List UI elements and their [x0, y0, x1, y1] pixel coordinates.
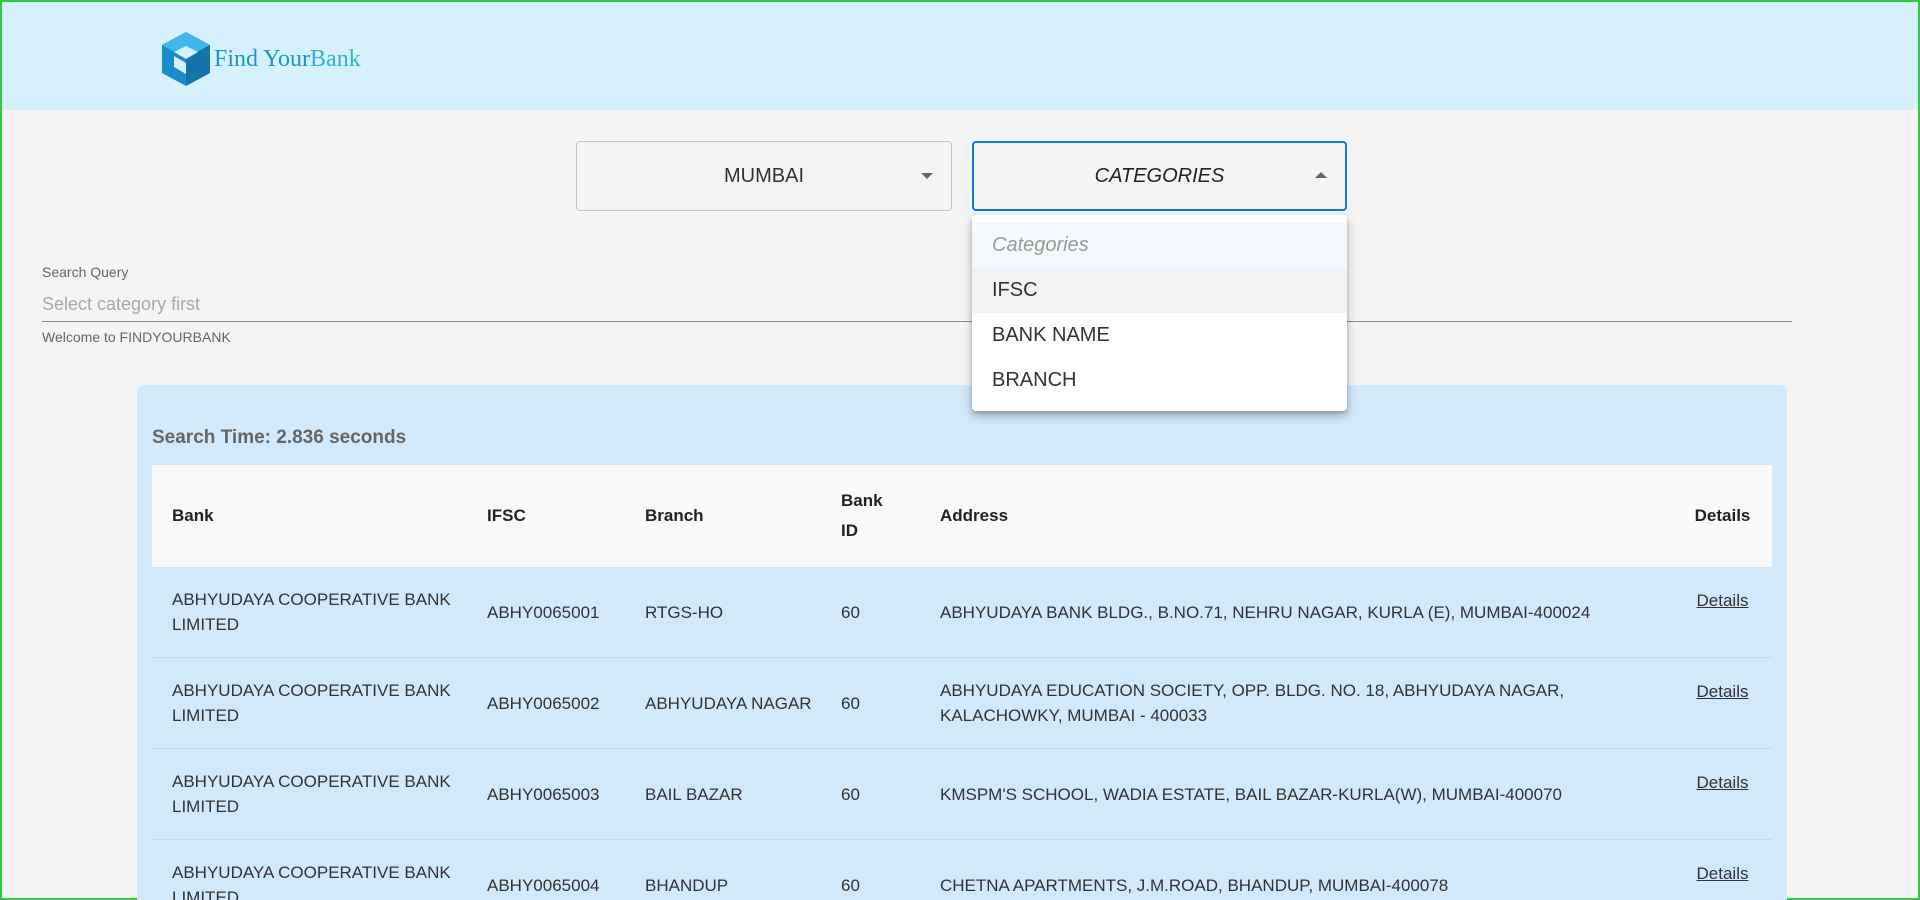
logo-text: Find YourBank: [214, 46, 361, 73]
category-select-value: CATEGORIES: [1094, 164, 1225, 187]
cell-bank: ABHYUDAYA COOPERATIVE BANK LIMITED: [172, 863, 451, 900]
cell-address: ABHYUDAYA BANK BLDG., B.NO.71, NEHRU NAG…: [940, 602, 1591, 622]
cell-address: ABHYUDAYA EDUCATION SOCIETY, OPP. BLDG. …: [940, 681, 1565, 725]
cell-bank: ABHYUDAYA COOPERATIVE BANK LIMITED: [172, 590, 451, 634]
logo-text-first: Find Your: [214, 45, 311, 72]
column-header-bank[interactable]: Bank: [152, 506, 487, 526]
cell-ifsc: ABHY0065001: [487, 602, 600, 622]
cell-bank: ABHYUDAYA COOPERATIVE BANK LIMITED: [172, 681, 451, 725]
details-link[interactable]: Details: [1697, 773, 1749, 792]
table-row: ABHYUDAYA COOPERATIVE BANK LIMITED ABHY0…: [152, 840, 1772, 900]
column-header-details[interactable]: Details: [1673, 506, 1772, 526]
cell-address: KMSPM'S SCHOOL, WADIA ESTATE, BAIL BAZAR…: [940, 784, 1562, 804]
table-row: ABHYUDAYA COOPERATIVE BANK LIMITED ABHY0…: [152, 567, 1772, 658]
cell-details: Details: [1673, 658, 1772, 704]
results-panel: Search Time: 2.836 seconds Bank IFSC Bra…: [137, 385, 1787, 900]
search-time: Search Time: 2.836 seconds: [152, 427, 407, 448]
cell-bank-id: 60: [841, 784, 860, 804]
cell-branch: RTGS-HO: [645, 602, 724, 622]
table-row: ABHYUDAYA COOPERATIVE BANK LIMITED ABHY0…: [152, 658, 1772, 749]
search-query-label: Search Query: [42, 264, 129, 280]
details-link[interactable]: Details: [1697, 682, 1749, 701]
cell-address: CHETNA APARTMENTS, J.M.ROAD, BHANDUP, MU…: [940, 875, 1449, 895]
caret-down-icon: [921, 173, 933, 179]
search-helper-text: Welcome to FINDYOURBANK: [42, 329, 231, 345]
category-dropdown-menu: Categories IFSC BANK NAME BRANCH: [972, 215, 1347, 411]
search-input[interactable]: [42, 288, 1792, 322]
menu-item-categories-placeholder: Categories: [972, 223, 1347, 268]
cell-branch: BHANDUP: [645, 875, 729, 895]
category-select[interactable]: CATEGORIES: [972, 141, 1347, 211]
cell-ifsc: ABHY0065002: [487, 693, 600, 713]
results-table: Bank IFSC Branch Bank ID Address Details…: [152, 465, 1772, 900]
logo[interactable]: Find YourBank: [160, 30, 361, 88]
menu-item-ifsc[interactable]: IFSC: [972, 268, 1347, 313]
cell-details: Details: [1673, 567, 1772, 613]
cell-details: Details: [1673, 840, 1772, 886]
header: Find YourBank: [2, 2, 1918, 110]
city-select-value: MUMBAI: [724, 164, 804, 187]
cell-ifsc: ABHY0065003: [487, 784, 600, 804]
cell-ifsc: ABHY0065004: [487, 875, 600, 895]
cube-logo-icon: [162, 32, 210, 86]
details-link[interactable]: Details: [1697, 864, 1749, 883]
caret-up-icon: [1315, 172, 1327, 178]
table-header: Bank IFSC Branch Bank ID Address Details: [152, 465, 1772, 567]
cell-bank-id: 60: [841, 602, 860, 622]
cell-bank-id: 60: [841, 693, 860, 713]
details-link[interactable]: Details: [1697, 591, 1749, 610]
city-select[interactable]: MUMBAI: [576, 141, 952, 211]
column-header-address[interactable]: Address: [940, 506, 1673, 526]
cell-details: Details: [1673, 749, 1772, 795]
menu-item-bank-name[interactable]: BANK NAME: [972, 313, 1347, 358]
column-header-branch[interactable]: Branch: [645, 506, 841, 526]
cell-branch: ABHYUDAYA NAGAR: [645, 693, 812, 713]
logo-text-second: Bank: [310, 45, 361, 72]
table-row: ABHYUDAYA COOPERATIVE BANK LIMITED ABHY0…: [152, 749, 1772, 840]
cell-bank-id: 60: [841, 875, 860, 895]
menu-item-branch[interactable]: BRANCH: [972, 358, 1347, 403]
cell-bank: ABHYUDAYA COOPERATIVE BANK LIMITED: [172, 772, 451, 816]
column-header-ifsc[interactable]: IFSC: [487, 506, 645, 526]
cell-branch: BAIL BAZAR: [645, 784, 743, 804]
column-header-bank-id[interactable]: Bank ID: [841, 486, 940, 546]
